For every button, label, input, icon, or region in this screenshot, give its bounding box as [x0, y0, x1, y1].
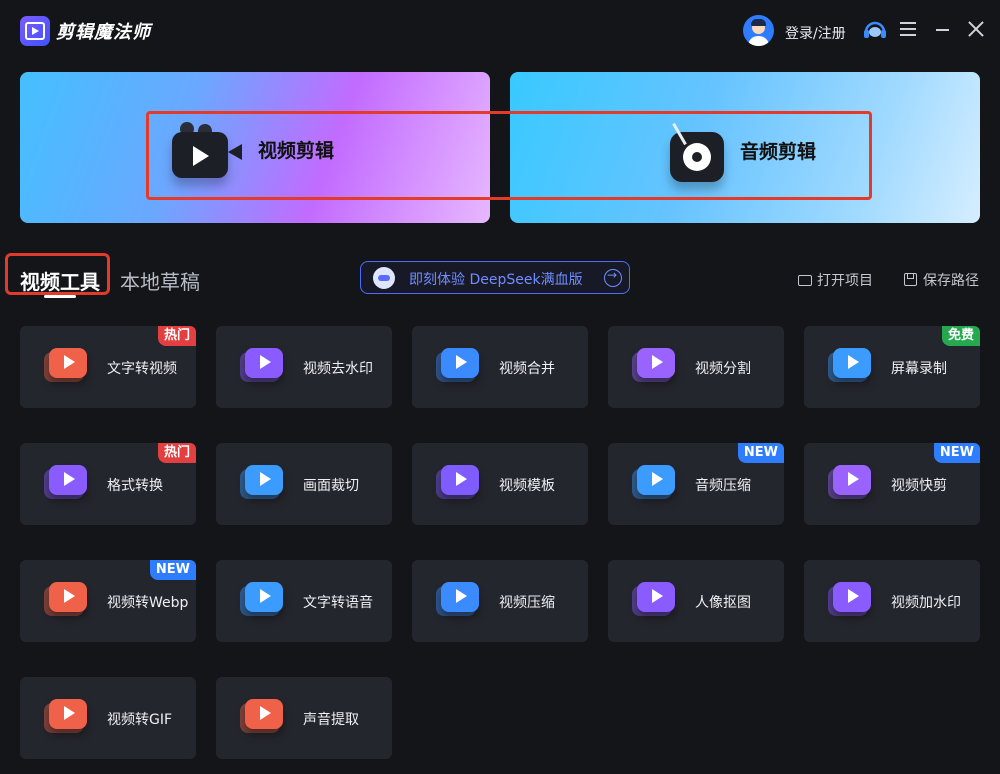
video-edit-label: 视频剪辑 [258, 140, 335, 162]
tool-label: 视频合并 [499, 361, 555, 377]
tool-tile[interactable]: 视频加水印 [804, 560, 980, 642]
tool-tile[interactable]: 画面裁切 [216, 443, 392, 525]
save-path-button[interactable]: 保存路径 [904, 270, 979, 290]
minimize-icon[interactable] [936, 29, 949, 31]
menu-icon[interactable] [900, 22, 916, 36]
active-tab-indicator [44, 295, 76, 298]
tool-label: 视频转Webp [107, 595, 189, 611]
tool-tile[interactable]: 格式转换 热门 [20, 443, 196, 525]
save-path-label: 保存路径 [923, 273, 979, 289]
tool-tile[interactable]: 视频合并 [412, 326, 588, 408]
record-player-icon [670, 122, 726, 182]
open-project-label: 打开项目 [817, 273, 873, 289]
remove-watermark-icon [240, 346, 286, 386]
tool-label: 文字转视频 [107, 361, 177, 377]
customer-service-icon[interactable] [862, 18, 888, 42]
tool-label: 文字转语音 [303, 595, 373, 611]
tool-tile[interactable]: 视频压缩 [412, 560, 588, 642]
deepseek-promo-label: 即刻体验 DeepSeek满血版 [409, 272, 583, 288]
tool-tile[interactable]: 视频模板 [412, 443, 588, 525]
video-to-webp-icon [44, 580, 90, 620]
app-logo-icon [20, 16, 50, 46]
tool-label: 人像抠图 [695, 595, 751, 611]
tab-local-drafts[interactable]: 本地草稿 [120, 266, 200, 295]
tool-badge: NEW [933, 443, 980, 463]
login-register-link[interactable]: 登录/注册 [785, 23, 846, 43]
tool-label: 音频压缩 [695, 478, 751, 494]
tool-tile[interactable]: 屏幕录制 免费 [804, 326, 980, 408]
app-title: 剪辑魔法师 [56, 22, 151, 43]
title-bar: 剪辑魔法师 登录/注册 [0, 0, 1000, 62]
tool-tile[interactable]: 声音提取 [216, 677, 392, 759]
avatar[interactable] [743, 15, 774, 46]
tool-label: 视频加水印 [891, 595, 961, 611]
tool-badge: 热门 [157, 326, 196, 346]
tool-label: 画面裁切 [303, 478, 359, 494]
split-video-icon [632, 346, 678, 386]
format-convert-icon [44, 463, 90, 503]
tool-badge: NEW [149, 560, 196, 580]
tool-badge: NEW [737, 443, 784, 463]
close-icon[interactable] [968, 21, 984, 37]
open-project-button[interactable]: 打开项目 [798, 270, 873, 290]
tool-tile[interactable]: 视频分割 [608, 326, 784, 408]
deepseek-promo-button[interactable]: 即刻体验 DeepSeek满血版 [360, 261, 630, 294]
tool-tile[interactable]: 文字转视频 热门 [20, 326, 196, 408]
tool-tile[interactable]: 视频去水印 [216, 326, 392, 408]
tool-badge: 热门 [157, 443, 196, 463]
video-camera-icon [172, 122, 242, 184]
robot-icon [373, 267, 395, 289]
screen-record-icon [828, 346, 874, 386]
tool-label: 视频去水印 [303, 361, 373, 377]
tool-tile[interactable]: 视频转GIF [20, 677, 196, 759]
quick-cut-icon [828, 463, 874, 503]
tool-label: 屏幕录制 [891, 361, 947, 377]
text-to-video-icon [44, 346, 90, 386]
tool-tile[interactable]: 音频压缩 NEW [608, 443, 784, 525]
tool-label: 声音提取 [303, 712, 359, 728]
folder-icon [798, 275, 812, 286]
merge-video-icon [436, 346, 482, 386]
save-icon [904, 273, 917, 286]
tool-label: 视频转GIF [107, 712, 173, 728]
audio-edit-card[interactable]: 音频剪辑 [510, 72, 980, 223]
crop-icon [240, 463, 286, 503]
arrow-right-icon [604, 268, 622, 287]
tool-label: 视频模板 [499, 478, 555, 494]
tool-badge: 免费 [941, 326, 980, 346]
video-edit-card[interactable]: 视频剪辑 [20, 72, 490, 223]
portrait-cutout-icon [632, 580, 678, 620]
video-to-gif-icon [44, 697, 90, 737]
tool-tile[interactable]: 视频快剪 NEW [804, 443, 980, 525]
video-compress-icon [436, 580, 482, 620]
annotation-tab-highlight [5, 253, 110, 295]
tool-label: 视频快剪 [891, 478, 947, 494]
tool-tile[interactable]: 文字转语音 [216, 560, 392, 642]
audio-extract-icon [240, 697, 286, 737]
tool-tile[interactable]: 人像抠图 [608, 560, 784, 642]
template-icon [436, 463, 482, 503]
add-watermark-icon [828, 580, 874, 620]
audio-compress-icon [632, 463, 678, 503]
audio-edit-label: 音频剪辑 [740, 141, 817, 163]
tool-tile[interactable]: 视频转Webp NEW [20, 560, 196, 642]
tool-label: 视频压缩 [499, 595, 555, 611]
tool-label: 视频分割 [695, 361, 751, 377]
text-to-speech-icon [240, 580, 286, 620]
tool-label: 格式转换 [107, 478, 163, 494]
